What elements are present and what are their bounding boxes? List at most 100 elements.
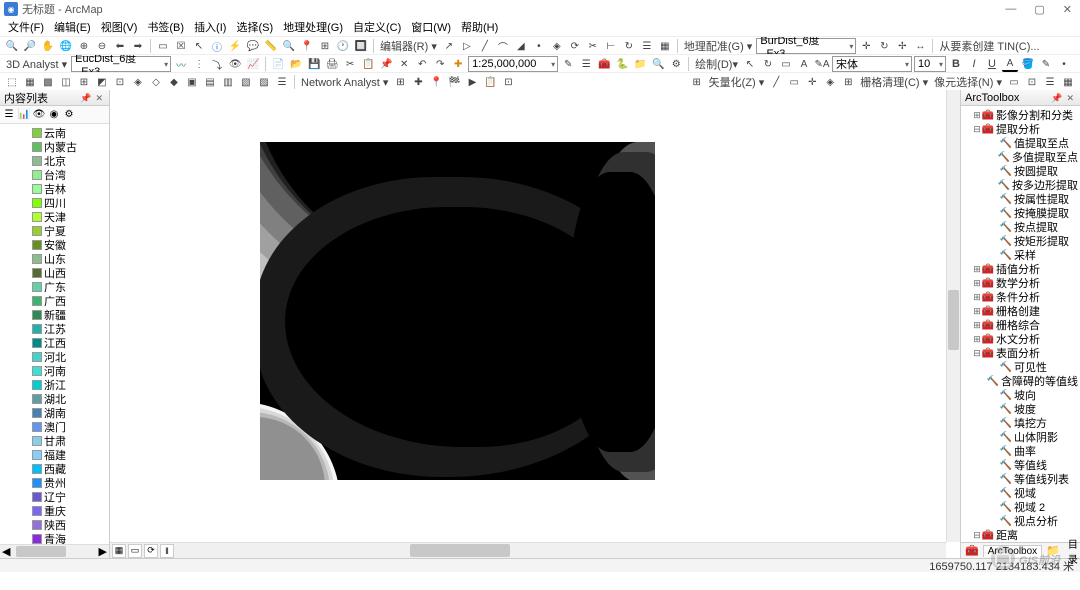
vec-tool5-icon[interactable]: ◈ [822,74,838,90]
tree-node[interactable]: 重庆 [0,504,109,518]
tree-node[interactable]: 内蒙古 [0,140,109,154]
redo-icon[interactable]: ↷ [432,56,448,72]
modelbuilder-icon[interactable]: ⚙ [668,56,684,72]
select-element-icon[interactable]: ↖ [742,56,758,72]
tree-node[interactable]: 吉林 [0,182,109,196]
tree-node[interactable]: 天津 [0,210,109,224]
time-slider-icon[interactable]: 🕐 [335,38,351,54]
rotate-element-icon[interactable]: ↻ [760,56,776,72]
toolbox-node[interactable]: 🔨等值线 [961,458,1080,472]
edit-vertices-icon[interactable]: ◈ [549,38,565,54]
toolbox-node[interactable]: ⊟🧰表面分析 [961,346,1080,360]
toolbox-node[interactable]: ⊞🧰栅格综合 [961,318,1080,332]
tree-node[interactable]: 福建 [0,448,109,462]
tool-a2-icon[interactable]: ▦ [22,74,38,90]
tree-node[interactable]: 新疆 [0,308,109,322]
editor-toolbar-icon[interactable]: ✎ [560,56,576,72]
html-popup-icon[interactable]: 💬 [245,38,261,54]
toc-options-icon[interactable]: ⚙ [62,108,76,122]
tree-node[interactable]: 台湾 [0,168,109,182]
rectangle-icon[interactable]: ▭ [778,56,794,72]
scrollbar-v-thumb[interactable] [948,290,959,350]
rotate-icon[interactable]: ↻ [621,38,637,54]
toolbox-node[interactable]: 🔨等值线列表 [961,472,1080,486]
tree-node[interactable]: 江西 [0,336,109,350]
italic-icon[interactable]: I [966,56,982,72]
vec-tool6-icon[interactable]: ⊞ [840,74,856,90]
toolbox-node[interactable]: 🔨山体阴影 [961,430,1080,444]
menu-8[interactable]: 窗口(W) [407,18,455,36]
na-tool2-icon[interactable]: ✚ [410,74,426,90]
menu-0[interactable]: 文件(F) [4,18,48,36]
menu-5[interactable]: 选择(S) [232,18,277,36]
menu-9[interactable]: 帮助(H) [457,18,502,36]
toolbox-node[interactable]: ⊟🧰提取分析 [961,122,1080,136]
tool-a5-icon[interactable]: ⊞ [76,74,92,90]
toc-list-by-source-icon[interactable]: 📊 [17,108,31,122]
expander-icon[interactable]: ⊟ [972,348,982,359]
undo-icon[interactable]: ↶ [414,56,430,72]
attributes-icon[interactable]: ☰ [639,38,655,54]
copy-icon[interactable]: 📋 [360,56,376,72]
minimize-button[interactable]: — [1001,3,1020,16]
analyst-layer-select[interactable]: EucDist_6度_Ex3 [71,56,171,72]
toolbox-node[interactable]: 🔨曲率 [961,444,1080,458]
font-size-select[interactable]: 10 [914,56,946,72]
vec-tool2-icon[interactable]: ╱ [768,74,784,90]
tree-node[interactable]: 山东 [0,252,109,266]
toolbox-node[interactable]: 🔨可见性 [961,360,1080,374]
toolbox-node[interactable]: 🔨按矩形提取 [961,234,1080,248]
toc-list-by-selection-icon[interactable]: ◉ [47,108,61,122]
marker-color-icon[interactable]: • [1056,56,1072,72]
arctoolbox-pin-icon[interactable]: 📌 [1049,93,1064,103]
tree-node[interactable]: 陕西 [0,518,109,532]
layout-view-tab[interactable]: ▭ [128,544,142,558]
scrollbar-h-thumb[interactable] [410,544,510,557]
na-tool3-icon[interactable]: 📍 [428,74,444,90]
fixed-zoom-out-icon[interactable]: ⊖ [94,38,110,54]
tree-node[interactable]: 四川 [0,196,109,210]
toolbox-node[interactable]: ⊞🧰栅格创建 [961,304,1080,318]
toolbox-icon[interactable]: 🧰 [596,56,612,72]
toc-icon[interactable]: ☰ [578,56,594,72]
edit-tool-icon[interactable]: ↗ [441,38,457,54]
expander-icon[interactable]: ⊟ [972,530,982,541]
select-elements-icon[interactable]: ↖ [191,38,207,54]
interpolate-line-icon[interactable]: 〰 [173,56,189,72]
vectorize-label[interactable]: 矢量化(Z) ▾ [707,74,767,90]
zoom-out-icon[interactable]: 🔎 [22,38,38,54]
scroll-right-icon[interactable]: ▶ [99,545,107,558]
tree-node[interactable]: 辽宁 [0,490,109,504]
draw-label[interactable]: 绘制(D)▾ [693,56,740,72]
reshape-icon[interactable]: ⟳ [567,38,583,54]
split-icon[interactable]: ⊢ [603,38,619,54]
interpolate-point-icon[interactable]: ⋮ [191,56,207,72]
toolbox-node[interactable]: 🔨视域 [961,486,1080,500]
geo-shift-icon[interactable]: ✢ [894,38,910,54]
tool-a1-icon[interactable]: ⬚ [4,74,20,90]
expander-icon[interactable]: ⊟ [972,124,982,135]
cs-tool1-icon[interactable]: ▭ [1006,74,1022,90]
na-tool7-icon[interactable]: ⊡ [500,74,516,90]
identify-icon[interactable]: ⓘ [209,38,225,54]
cell-select-label[interactable]: 像元选择(N) ▾ [932,74,1004,90]
toc-list-by-visibility-icon[interactable]: 👁 [32,108,46,122]
cs-tool3-icon[interactable]: ☰ [1042,74,1058,90]
tool-a6-icon[interactable]: ◩ [94,74,110,90]
tool-a4-icon[interactable]: ◫ [58,74,74,90]
toolbox-node[interactable]: 🔨按圆提取 [961,164,1080,178]
scroll-left-icon[interactable]: ◀ [2,545,10,558]
expander-icon[interactable]: ⊞ [972,278,982,289]
steepest-path-icon[interactable]: ⤵ [209,56,225,72]
expander-icon[interactable]: ⊞ [972,306,982,317]
tin-create-label[interactable]: 从要素创建 TIN(C)... [937,38,1041,54]
cs-tool4-icon[interactable]: ▦ [1060,74,1076,90]
toolbox-node[interactable]: ⊞🧰水文分析 [961,332,1080,346]
font-select[interactable]: 宋体 [832,56,912,72]
tree-node[interactable]: 西藏 [0,462,109,476]
editor-label[interactable]: 编辑器(R) ▾ [378,38,439,54]
geo-rotate-icon[interactable]: ↻ [876,38,892,54]
toolbox-node[interactable]: ⊞🧰数学分析 [961,276,1080,290]
tree-node[interactable]: 澳门 [0,420,109,434]
select-features-icon[interactable]: ▭ [155,38,171,54]
